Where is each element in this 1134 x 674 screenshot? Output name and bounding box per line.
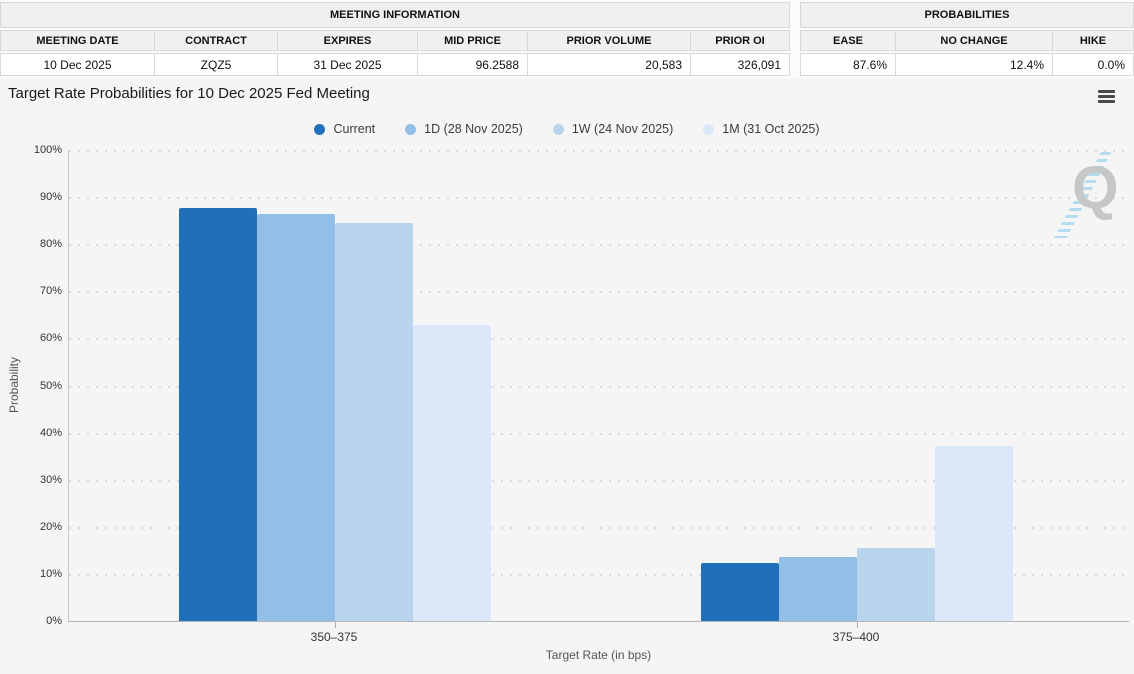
hamburger-icon: [1098, 95, 1115, 98]
gridline: [69, 197, 1129, 199]
probabilities-column-header: NO CHANGE: [896, 30, 1053, 51]
bar-current-350–375[interactable]: [179, 208, 257, 621]
probabilities-value-cell: 87.6%: [800, 53, 896, 76]
chart-menu-button[interactable]: [1098, 90, 1118, 106]
legend-dot-icon: [314, 124, 325, 135]
meeting-info-column-header: PRIOR VOLUME: [528, 30, 691, 51]
probabilities-title: PROBABILITIES: [800, 2, 1134, 28]
legend-label: 1W (24 Nov 2025): [572, 122, 673, 136]
bar-1d-350–375[interactable]: [257, 214, 335, 621]
meeting-info-value-cell: ZQZ5: [155, 53, 278, 76]
probabilities-table: PROBABILITIESEASENO CHANGEHIKE87.6%12.4%…: [800, 2, 1134, 76]
meeting-info-value-cell: 20,583: [528, 53, 691, 76]
chart-title: Target Rate Probabilities for 10 Dec 202…: [8, 85, 370, 102]
legend-item-series3[interactable]: 1M (31 Oct 2025): [703, 122, 819, 136]
meeting-info-header-row: MEETING DATECONTRACTEXPIRESMID PRICEPRIO…: [0, 30, 790, 51]
probabilities-value-cell: 12.4%: [896, 53, 1053, 76]
chart-legend: Current 1D (28 Nov 2025) 1W (24 Nov 2025) 1…: [0, 122, 1134, 136]
y-tick-label: 40%: [2, 427, 62, 439]
probabilities-column-header: EASE: [800, 30, 896, 51]
probabilities-value-cell: 0.0%: [1053, 53, 1134, 76]
probabilities-column-header: HIKE: [1053, 30, 1134, 51]
hamburger-icon: [1098, 100, 1115, 103]
meeting-info-title: MEETING INFORMATION: [0, 2, 790, 28]
meeting-info-value-cell: 10 Dec 2025: [0, 53, 155, 76]
legend-item-series2[interactable]: 1W (24 Nov 2025): [553, 122, 673, 136]
y-tick-label: 50%: [2, 380, 62, 392]
probabilities-value-row: 87.6%12.4%0.0%: [800, 53, 1134, 76]
bar-current-375–400[interactable]: [701, 563, 779, 621]
meeting-info-value-cell: 96.2588: [418, 53, 528, 76]
meeting-info-value-cell: 326,091: [691, 53, 790, 76]
legend-label: 1M (31 Oct 2025): [722, 122, 819, 136]
y-tick-label: 90%: [2, 191, 62, 203]
probabilities-header-row: EASENO CHANGEHIKE: [800, 30, 1134, 51]
y-tick-label: 0%: [2, 615, 62, 627]
fedwatch-page: MEETING INFORMATIONMEETING DATECONTRACTE…: [0, 0, 1134, 674]
legend-dot-icon: [405, 124, 416, 135]
legend-label: Current: [333, 122, 375, 136]
x-category-label: 350–375: [274, 630, 394, 644]
x-axis-tick: [857, 622, 858, 628]
meeting-info-column-header: CONTRACT: [155, 30, 278, 51]
y-tick-label: 60%: [2, 332, 62, 344]
x-axis-tick: [335, 622, 336, 628]
bar-1w-375–400[interactable]: [857, 548, 935, 621]
bar-1d-375–400[interactable]: [779, 557, 857, 621]
x-category-label: 375–400: [796, 630, 916, 644]
bar-1m-350–375[interactable]: [413, 325, 491, 621]
plot-area: [68, 151, 1129, 622]
y-tick-label: 100%: [2, 144, 62, 156]
meeting-info-column-header: MEETING DATE: [0, 30, 155, 51]
meeting-info-value-cell: 31 Dec 2025: [278, 53, 418, 76]
y-tick-label: 10%: [2, 568, 62, 580]
legend-label: 1D (28 Nov 2025): [424, 122, 523, 136]
legend-item-series1[interactable]: 1D (28 Nov 2025): [405, 122, 523, 136]
bar-1m-375–400[interactable]: [935, 446, 1013, 621]
y-tick-label: 80%: [2, 238, 62, 250]
bar-1w-350–375[interactable]: [335, 223, 413, 621]
hamburger-icon: [1098, 90, 1115, 93]
legend-dot-icon: [553, 124, 564, 135]
gridline: [69, 150, 1129, 152]
meeting-info-column-header: MID PRICE: [418, 30, 528, 51]
meeting-info-column-header: EXPIRES: [278, 30, 418, 51]
y-tick-label: 20%: [2, 521, 62, 533]
legend-item-current[interactable]: Current: [314, 122, 375, 136]
meeting-information-table: MEETING INFORMATIONMEETING DATECONTRACTE…: [0, 2, 790, 76]
meeting-info-value-row: 10 Dec 2025ZQZ531 Dec 202596.258820,5833…: [0, 53, 790, 76]
meeting-info-column-header: PRIOR OI: [691, 30, 790, 51]
legend-dot-icon: [703, 124, 714, 135]
x-axis-title: Target Rate (in bps): [68, 648, 1129, 662]
y-tick-label: 30%: [2, 474, 62, 486]
y-tick-label: 70%: [2, 285, 62, 297]
